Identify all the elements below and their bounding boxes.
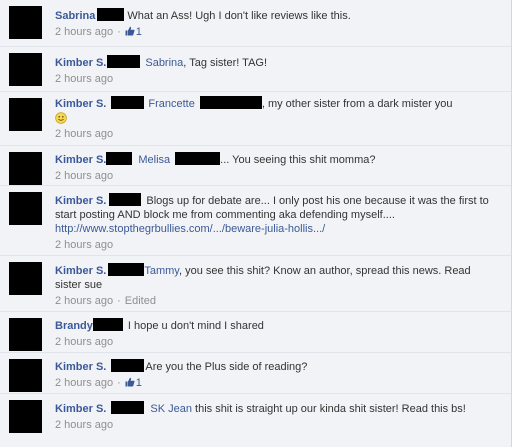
commenter-name[interactable]: Kimber S. [55,154,106,166]
comment-item: Kimber S. Francette , my other sister from… [0,92,511,146]
timestamp[interactable]: 2 hours ago [55,377,113,389]
comment-text: this shit is straight up our kinda shit … [195,403,466,415]
avatar[interactable] [9,192,42,225]
comment-item: Sabrina What an Ass! Ugh I don't like rev… [0,0,511,47]
avatar[interactable] [9,262,42,295]
commenter-name[interactable]: Kimber S. [55,57,106,69]
redacted-block [106,152,133,165]
tagged-user[interactable]: Francette [148,98,194,110]
tagged-user[interactable]: Melisa [138,154,170,166]
comment-text: What an Ass! Ugh I don't like reviews li… [127,10,351,22]
redacted-block [111,96,145,109]
comment-item: Kimber S. Are you the Plus side of readin… [0,353,511,394]
redacted-block [111,401,145,414]
avatar[interactable] [9,6,42,39]
redacted-block [108,263,145,276]
redacted-block [199,96,262,109]
timestamp[interactable]: 2 hours ago [55,128,113,140]
avatar[interactable] [9,359,42,392]
comment-link[interactable]: http://www.stopthegrbullies.com/.../bewa… [55,223,325,235]
avatar[interactable] [9,98,42,131]
tagged-user[interactable]: SK Jean [150,403,192,415]
redacted-block [111,359,145,372]
like-count[interactable]: 1 [136,377,142,389]
redacted-block [109,193,142,206]
timestamp[interactable]: 2 hours ago [55,170,113,182]
avatar[interactable] [9,318,42,351]
commenter-name[interactable]: Kimber S. [55,98,106,110]
thumbs-up-icon[interactable] [125,26,135,36]
tagged-user[interactable]: Tammy [144,265,179,277]
redacted-block [107,55,141,68]
commenter-name[interactable]: Brandy [55,320,93,332]
like-count[interactable]: 1 [136,26,142,38]
avatar[interactable] [9,400,42,433]
timestamp[interactable]: 2 hours ago [55,336,113,348]
comment-item: Kimber S. SK Jean this shit is straight u… [0,394,511,447]
redacted-block [175,152,221,165]
avatar[interactable] [9,152,42,185]
commenter-name[interactable]: Kimber S. [55,265,106,277]
redacted-block [97,8,125,21]
commenter-name[interactable]: Kimber S. [55,195,106,207]
tagged-user[interactable]: Sabrina [145,57,183,69]
comment-text: I hope u don't mind I shared [127,320,264,332]
avatar[interactable] [9,53,42,86]
timestamp[interactable]: 2 hours ago [55,239,113,251]
timestamp[interactable]: 2 hours ago [55,73,113,85]
commenter-name[interactable]: Kimber S. [55,403,106,415]
comment-text: , Tag sister! TAG! [183,57,268,69]
redacted-block [92,318,123,331]
timestamp[interactable]: 2 hours ago [55,26,113,38]
comments-thread: Sabrina What an Ass! Ugh I don't like rev… [0,0,512,447]
comment-text: ... You seeing this shit momma? [220,154,376,166]
comment-item: Kimber S. Blogs up for debate are... I on… [0,186,511,256]
comment-item: Kimber S. Tammy, you see this shit? Know … [0,256,511,312]
timestamp[interactable]: 2 hours ago [55,295,113,307]
comment-text: , my other sister from a dark mister you [261,98,453,110]
comment-item: Kimber S. Melisa ... You seeing this shit … [0,146,511,186]
commenter-name[interactable]: Kimber S. [55,361,106,373]
thumbs-up-icon[interactable] [125,377,135,387]
comment-item: Brandy I hope u don't mind I shared 2 hou… [0,312,511,353]
comment-item: Kimber S. Sabrina, Tag sister! TAG! 2 hou… [0,47,511,92]
edited-label[interactable]: Edited [125,295,156,307]
smiley-icon [55,112,67,124]
commenter-name[interactable]: Sabrina [55,10,95,22]
comment-text: Are you the Plus side of reading? [145,361,308,373]
timestamp[interactable]: 2 hours ago [55,419,113,431]
